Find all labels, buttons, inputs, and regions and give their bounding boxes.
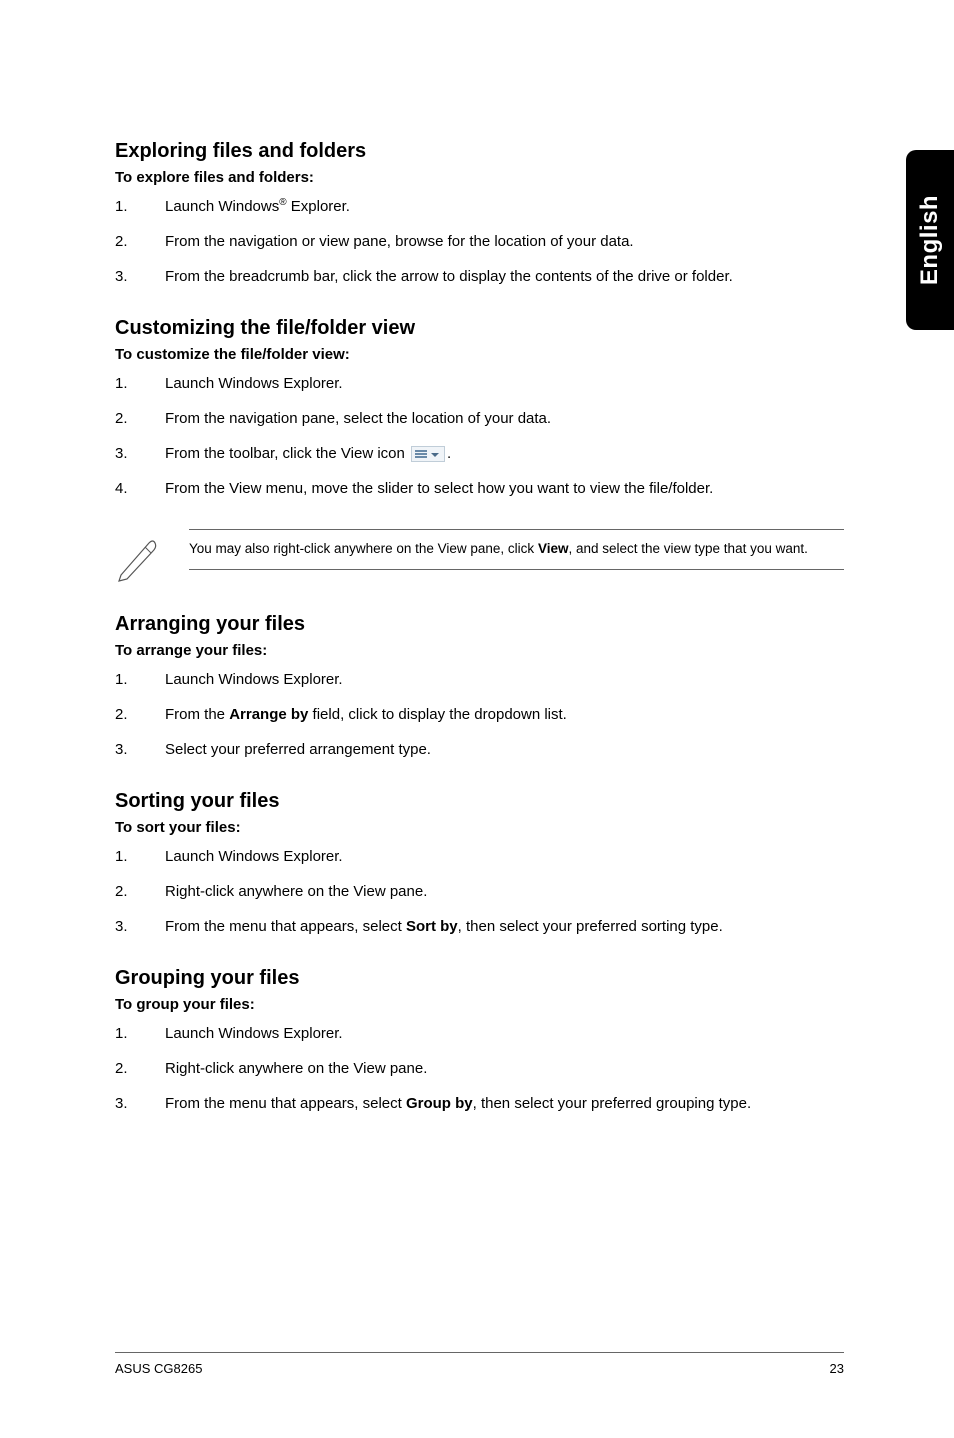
page-footer: ASUS CG8265 23 bbox=[115, 1352, 844, 1376]
registered-mark: ® bbox=[279, 197, 286, 208]
list-item: 2. Right-click anywhere on the View pane. bbox=[115, 881, 844, 902]
list-number: 1. bbox=[115, 1023, 128, 1044]
list-bold: Group by bbox=[406, 1095, 473, 1112]
list-number: 2. bbox=[115, 1058, 128, 1079]
list-text: Launch Windows Explorer. bbox=[165, 1025, 343, 1042]
list-customizing: 1. Launch Windows Explorer. 2. From the na… bbox=[115, 373, 844, 499]
list-text: From the View menu, move the slider to s… bbox=[165, 480, 713, 497]
list-text: Launch Windows bbox=[165, 198, 279, 215]
list-text: Right-click anywhere on the View pane. bbox=[165, 1060, 427, 1077]
list-text: Right-click anywhere on the View pane. bbox=[165, 883, 427, 900]
subhead-grouping: To group your files: bbox=[115, 996, 844, 1013]
list-text: Select your preferred arrangement type. bbox=[165, 741, 431, 758]
list-text: Launch Windows Explorer. bbox=[165, 375, 343, 392]
footer-page-number: 23 bbox=[830, 1361, 844, 1376]
heading-customizing: Customizing the file/folder view bbox=[115, 317, 844, 340]
heading-arranging: Arranging your files bbox=[115, 613, 844, 636]
subhead-arranging: To arrange your files: bbox=[115, 642, 844, 659]
list-item: 3. From the menu that appears, select Gro… bbox=[115, 1093, 844, 1114]
list-text: From the toolbar, click the View icon bbox=[165, 445, 409, 462]
list-bold: Arrange by bbox=[229, 706, 308, 723]
footer-model: ASUS CG8265 bbox=[115, 1361, 202, 1376]
section-customizing: Customizing the file/folder view To cust… bbox=[115, 317, 844, 577]
list-number: 3. bbox=[115, 916, 128, 937]
list-item: 3.From the toolbar, click the View icon … bbox=[115, 443, 844, 464]
list-item: 2. Right-click anywhere on the View pane. bbox=[115, 1058, 844, 1079]
list-sorting: 1. Launch Windows Explorer. 2. Right-click… bbox=[115, 846, 844, 937]
note-text-part: , and select the view type that you want… bbox=[568, 541, 807, 556]
list-number: 4. bbox=[115, 478, 128, 499]
list-number: 1. bbox=[115, 846, 128, 867]
page-content: Exploring files and folders To explore f… bbox=[0, 0, 954, 1114]
list-text: From the navigation pane, select the loc… bbox=[165, 410, 551, 427]
pen-icon bbox=[115, 533, 159, 577]
list-number: 2. bbox=[115, 231, 128, 252]
section-exploring: Exploring files and folders To explore f… bbox=[115, 140, 844, 287]
subhead-exploring: To explore files and folders: bbox=[115, 169, 844, 186]
note-text-part: You may also right-click anywhere on the… bbox=[189, 541, 538, 556]
note-bold: View bbox=[538, 541, 569, 556]
list-item: 2. From the navigation or view pane, brow… bbox=[115, 231, 844, 252]
list-number: 1. bbox=[115, 196, 128, 217]
view-icon bbox=[411, 446, 445, 462]
language-tab-label: English bbox=[916, 195, 944, 285]
list-bold: Sort by bbox=[406, 918, 458, 935]
list-grouping: 1. Launch Windows Explorer. 2. Right-click… bbox=[115, 1023, 844, 1114]
list-number: 2. bbox=[115, 881, 128, 902]
list-number: 1. bbox=[115, 669, 128, 690]
subhead-sorting: To sort your files: bbox=[115, 819, 844, 836]
list-item: 1. Launch Windows Explorer. bbox=[115, 669, 844, 690]
list-exploring: 1. Launch Windows® Explorer. 2. From the n… bbox=[115, 196, 844, 287]
list-text: From the bbox=[165, 706, 229, 723]
list-number: 3. bbox=[115, 443, 128, 464]
list-text: Explorer. bbox=[287, 198, 350, 215]
list-text: field, click to display the dropdown lis… bbox=[308, 706, 566, 723]
list-item: 3. From the breadcrumb bar, click the arr… bbox=[115, 266, 844, 287]
list-item: 1. Launch Windows Explorer. bbox=[115, 373, 844, 394]
list-item: 1. Launch Windows Explorer. bbox=[115, 1023, 844, 1044]
subhead-customizing: To customize the file/folder view: bbox=[115, 346, 844, 363]
list-item: 1. Launch Windows® Explorer. bbox=[115, 196, 844, 217]
list-text: Launch Windows Explorer. bbox=[165, 671, 343, 688]
section-sorting: Sorting your files To sort your files: 1… bbox=[115, 790, 844, 937]
section-grouping: Grouping your files To group your files:… bbox=[115, 967, 844, 1114]
note-block: You may also right-click anywhere on the… bbox=[115, 529, 844, 577]
list-text: From the menu that appears, select bbox=[165, 918, 406, 935]
list-text: Launch Windows Explorer. bbox=[165, 848, 343, 865]
list-number: 3. bbox=[115, 1093, 128, 1114]
list-item: 4. From the View menu, move the slider to… bbox=[115, 478, 844, 499]
heading-exploring: Exploring files and folders bbox=[115, 140, 844, 163]
list-text: . bbox=[447, 445, 451, 462]
list-text: From the menu that appears, select bbox=[165, 1095, 406, 1112]
language-tab: English bbox=[906, 150, 954, 330]
list-text: From the navigation or view pane, browse… bbox=[165, 233, 634, 250]
list-text: From the breadcrumb bar, click the arrow… bbox=[165, 268, 733, 285]
list-item: 2. From the navigation pane, select the l… bbox=[115, 408, 844, 429]
note-text: You may also right-click anywhere on the… bbox=[189, 529, 844, 570]
list-number: 3. bbox=[115, 739, 128, 760]
list-number: 3. bbox=[115, 266, 128, 287]
list-text: , then select your preferred grouping ty… bbox=[473, 1095, 752, 1112]
list-number: 2. bbox=[115, 408, 128, 429]
heading-sorting: Sorting your files bbox=[115, 790, 844, 813]
list-number: 1. bbox=[115, 373, 128, 394]
list-item: 3. From the menu that appears, select Sor… bbox=[115, 916, 844, 937]
list-text: , then select your preferred sorting typ… bbox=[458, 918, 723, 935]
list-number: 2. bbox=[115, 704, 128, 725]
list-item: 3. Select your preferred arrangement type… bbox=[115, 739, 844, 760]
list-item: 2. From the Arrange by field, click to di… bbox=[115, 704, 844, 725]
list-item: 1. Launch Windows Explorer. bbox=[115, 846, 844, 867]
heading-grouping: Grouping your files bbox=[115, 967, 844, 990]
section-arranging: Arranging your files To arrange your fil… bbox=[115, 613, 844, 760]
list-arranging: 1. Launch Windows Explorer. 2. From the Ar… bbox=[115, 669, 844, 760]
